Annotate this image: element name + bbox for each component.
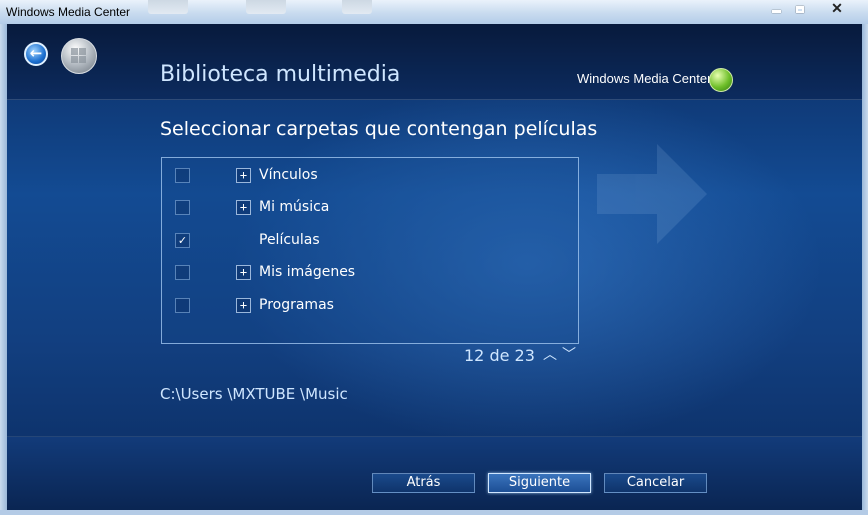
folder-label: Programas — [259, 297, 334, 313]
back-button[interactable]: Atrás — [372, 473, 475, 493]
folder-label: Películas — [259, 232, 320, 248]
minimize-icon — [771, 10, 781, 13]
maximize-icon — [796, 6, 804, 13]
folder-checkbox-checked[interactable]: ✓ — [175, 233, 190, 248]
folder-label: Mis imágenes — [259, 264, 356, 280]
selected-folder-path: C:\Users \MXTUBE \Music — [160, 385, 348, 403]
windows-flag-icon — [71, 48, 87, 64]
folder-checkbox[interactable] — [175, 200, 190, 215]
folder-row-vinculos[interactable]: + Vínculos — [162, 162, 578, 190]
expand-icon[interactable]: + — [236, 168, 251, 183]
close-button[interactable]: ✕ — [823, 1, 851, 18]
brand-media-center: Media Center — [633, 71, 712, 86]
folder-label: Mi música — [259, 199, 330, 215]
maximize-button[interactable] — [786, 1, 814, 18]
header-band — [7, 24, 862, 100]
folder-list: + Vínculos + Mi música ✓ Películas + Mis… — [161, 157, 579, 344]
taskbar-thumbnail — [342, 0, 372, 14]
folder-checkbox[interactable] — [175, 298, 190, 313]
next-button[interactable]: Siguiente — [488, 473, 591, 493]
back-arrow-icon: ← — [29, 44, 43, 62]
folder-checkbox[interactable] — [175, 168, 190, 183]
page-up-icon[interactable]: ︿ — [543, 348, 557, 362]
brand-windows: Windows — [577, 71, 630, 86]
expand-icon[interactable]: + — [236, 265, 251, 280]
close-icon: ✕ — [831, 0, 843, 16]
media-center-app: ← Biblioteca multimedia Windows Media Ce… — [7, 24, 862, 510]
window-frame-bottom — [0, 510, 868, 515]
folder-checkbox[interactable] — [175, 265, 190, 280]
window-title: Windows Media Center — [6, 5, 131, 19]
window-title-bar: Windows Media Center ✕ — [0, 0, 868, 25]
folder-selection-heading: Seleccionar carpetas que contengan pelíc… — [160, 118, 598, 140]
page-title: Biblioteca multimedia — [160, 62, 401, 87]
brand-name: Windows Media Center — [577, 71, 711, 86]
taskbar-thumbnail — [148, 0, 188, 14]
taskbar-thumbnail — [246, 0, 286, 14]
media-center-logo-icon — [709, 68, 733, 92]
back-arrow-button[interactable]: ← — [24, 42, 48, 66]
window-frame-left — [0, 24, 7, 515]
page-down-icon[interactable]: ﹀ — [562, 348, 576, 362]
folder-label: Vínculos — [259, 167, 318, 183]
folder-row-mis-imagenes[interactable]: + Mis imágenes — [162, 259, 578, 287]
expand-icon[interactable]: + — [236, 298, 251, 313]
folder-row-programas[interactable]: + Programas — [162, 292, 578, 320]
start-orb-button[interactable] — [61, 38, 97, 74]
window-frame-right — [862, 24, 868, 515]
cancel-button[interactable]: Cancelar — [604, 473, 707, 493]
page-counter: 12 de 23 — [464, 346, 535, 365]
expand-icon[interactable]: + — [236, 200, 251, 215]
folder-row-mi-musica[interactable]: + Mi música — [162, 194, 578, 222]
folder-row-peliculas[interactable]: ✓ Películas — [162, 227, 578, 255]
